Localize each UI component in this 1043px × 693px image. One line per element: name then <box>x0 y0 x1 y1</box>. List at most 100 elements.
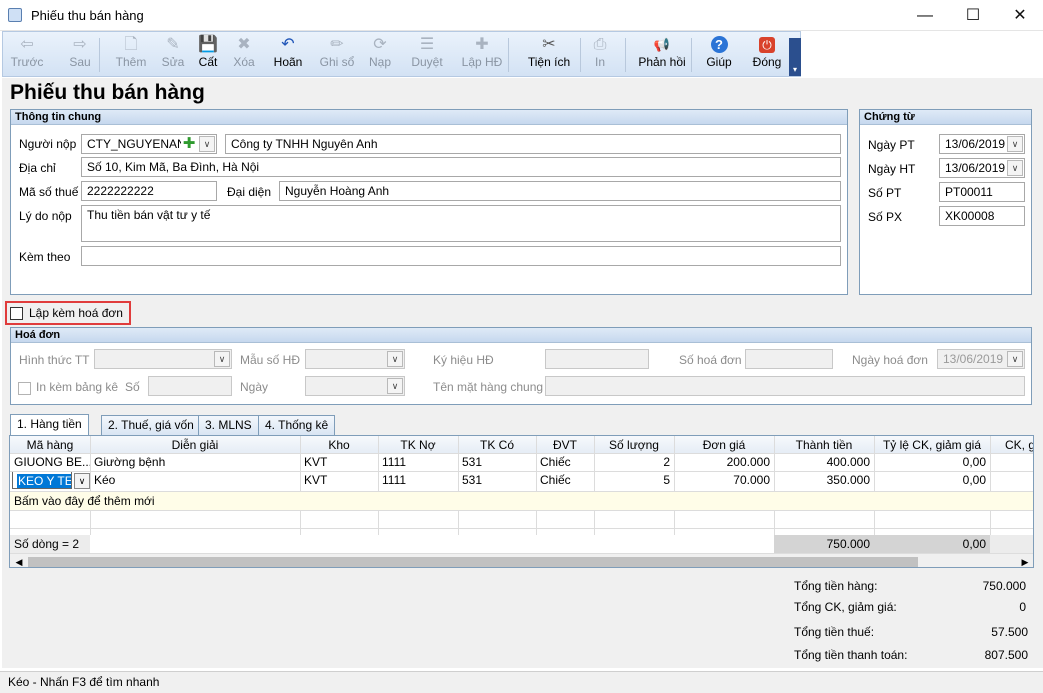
scroll-thumb[interactable] <box>28 557 918 567</box>
grid-line <box>10 453 1033 454</box>
symbol-field[interactable] <box>545 349 649 369</box>
common-name-label: Tên mặt hàng chung <box>433 380 544 394</box>
toolbar-approve-button[interactable]: ☰ Duyệt <box>409 35 445 75</box>
grid-cell[interactable]: 1111 <box>378 453 458 471</box>
export-no-field[interactable]: XK00008 <box>939 206 1025 226</box>
address-field[interactable]: Số 10, Kim Mã, Ba Đình, Hà Nội <box>81 157 841 177</box>
toolbar-arrow-left-button[interactable]: ⇦ Trước <box>9 35 45 75</box>
column-header[interactable]: Đơn giá <box>674 436 774 454</box>
minimize-icon[interactable]: — <box>902 0 948 31</box>
column-header[interactable]: TK Có <box>458 436 536 454</box>
column-header[interactable]: TK Nợ <box>378 436 458 454</box>
invoice-date-field[interactable]: 13/06/2019 ∨ <box>937 349 1025 369</box>
add-new-row[interactable]: Bấm vào đây để thêm mới <box>10 492 1033 510</box>
close-icon[interactable]: ✕ <box>997 0 1043 31</box>
toolbar-save-button[interactable]: 💾 Cất <box>195 35 221 75</box>
item-code-cell[interactable]: KEO Y TE <box>12 471 72 489</box>
grid-cell[interactable]: Chiếc <box>536 453 594 471</box>
grid-cell[interactable]: 531 <box>458 471 536 489</box>
column-header[interactable]: Kho <box>300 436 378 454</box>
grid-cell[interactable]: KVT <box>300 453 378 471</box>
template-select[interactable]: ∨ <box>305 349 405 369</box>
toolbar-power-button[interactable]: ⏻ Đóng <box>749 35 785 75</box>
chevron-down-icon[interactable]: ∨ <box>199 136 215 152</box>
toolbar-invoice-button[interactable]: ✚ Lập HĐ <box>459 35 505 75</box>
grid-cell[interactable]: KVT <box>300 471 378 489</box>
toolbar-collapse-button[interactable]: ▾ <box>789 38 801 76</box>
grid-cell[interactable]: 531 <box>458 453 536 471</box>
grid-cell[interactable]: 350.000 <box>774 471 874 489</box>
grid-cell[interactable]: Giường bệnh <box>90 453 300 471</box>
tab-stats[interactable]: 4. Thống kê <box>258 415 336 435</box>
grid-cell[interactable]: 5 <box>594 471 674 489</box>
toolbar-reload-button[interactable]: ⟳ Nạp <box>365 35 395 75</box>
toolbar-printer-button[interactable]: ⎙ In <box>589 35 611 75</box>
toolbar-megaphone-button[interactable]: 📢 Phản hồi <box>635 35 689 75</box>
tax-code-field[interactable]: 2222222222 <box>81 181 217 201</box>
post-date-field[interactable]: 13/06/2019 ∨ <box>939 134 1025 154</box>
toolbar-add-doc-button[interactable]: 🗋 Thêm <box>113 35 149 75</box>
add-payer-icon[interactable]: ✚ <box>181 136 197 152</box>
column-header[interactable]: Mã hàng <box>10 436 90 454</box>
representative-field[interactable]: Nguyễn Hoàng Anh <box>279 181 841 201</box>
maximize-icon[interactable]: ☐ <box>950 0 996 31</box>
chevron-down-icon[interactable]: ∨ <box>74 473 90 489</box>
toolbar-label: In <box>594 55 605 69</box>
common-name-field[interactable] <box>545 376 1025 396</box>
payer-code-field[interactable]: CTY_NGUYENAN ✚ ∨ <box>81 134 217 154</box>
toolbar-arrow-right-button[interactable]: ⇨ Sau <box>63 35 97 75</box>
print-list-checkbox[interactable] <box>18 382 31 395</box>
tab-mlns[interactable]: 3. MLNS <box>198 415 259 435</box>
grid-cell[interactable]: 2 <box>594 453 674 471</box>
grid-cell[interactable]: 0,00 <box>874 471 990 489</box>
column-header[interactable]: Diễn giải <box>90 436 300 454</box>
column-header[interactable]: Số lượng <box>594 436 674 454</box>
invoice-checkbox[interactable] <box>10 307 23 320</box>
column-header[interactable]: ĐVT <box>536 436 594 454</box>
toolbar-separator <box>691 38 692 72</box>
item-code-cell[interactable]: GIUONG BE... <box>10 453 90 471</box>
payer-name-field[interactable]: Công ty TNHH Nguyên Anh <box>225 134 841 154</box>
status-bar: Kéo - Nhấn F3 để tìm nhanh <box>0 671 1043 693</box>
toolbar-pencil-button[interactable]: ✏ Ghi sổ <box>317 35 357 75</box>
grid-cell[interactable]: Chiếc <box>536 471 594 489</box>
toolbar-tools-button[interactable]: ✂ Tiện ích <box>523 35 575 75</box>
grid-line <box>594 436 595 491</box>
total-goods-label: Tổng tiền hàng: <box>794 579 878 593</box>
template-label: Mẫu số HĐ <box>240 353 301 367</box>
reason-field[interactable]: Thu tiền bán vật tư y tế <box>81 205 841 242</box>
grid-cell[interactable]: 1111 <box>378 471 458 489</box>
toolbar-undo-button[interactable]: ↶ Hoãn <box>271 35 305 75</box>
column-header[interactable]: Thành tiền <box>774 436 874 454</box>
toolbar-edit-doc-button[interactable]: ✎ Sửa <box>158 35 188 75</box>
scroll-left-icon[interactable]: ◀ <box>12 555 26 567</box>
doc-date-field[interactable]: 13/06/2019 ∨ <box>939 158 1025 178</box>
grid-line <box>90 436 91 491</box>
column-header[interactable]: Tỷ lệ CK, giảm giá <box>874 436 990 454</box>
tab-tax[interactable]: 2. Thuế, giá vốn <box>101 415 201 435</box>
tab-goods[interactable]: 1. Hàng tiền <box>10 414 89 436</box>
grid-cell[interactable]: 200.000 <box>674 453 774 471</box>
invoice-number-field[interactable] <box>745 349 833 369</box>
grid-cell[interactable]: 70.000 <box>674 471 774 489</box>
grid-cell[interactable]: 0,00 <box>874 453 990 471</box>
list-no-field[interactable] <box>148 376 232 396</box>
list-date-select[interactable]: ∨ <box>305 376 405 396</box>
receipt-no-field[interactable]: PT00011 <box>939 182 1025 202</box>
grid-cell[interactable]: Kéo <box>90 471 300 489</box>
payer-label: Người nộp <box>19 137 77 151</box>
invoice-number-label: Số hoá đơn <box>679 353 742 367</box>
scroll-right-icon[interactable]: ▶ <box>1018 555 1032 567</box>
chevron-down-icon[interactable]: ∨ <box>1007 160 1023 176</box>
chevron-down-icon[interactable]: ∨ <box>1007 136 1023 152</box>
grid-cell[interactable]: 400.000 <box>774 453 874 471</box>
toolbar-help-button[interactable]: ? Giúp <box>703 35 735 75</box>
toolbar-label: Phản hồi <box>638 55 686 69</box>
payment-form-select[interactable]: ∨ <box>94 349 232 369</box>
address-label: Địa chỉ <box>19 161 56 175</box>
selected-text: KEO Y TE <box>17 474 72 488</box>
attach-field[interactable] <box>81 246 841 266</box>
horizontal-scrollbar[interactable]: ◀ ▶ <box>10 553 1033 567</box>
toolbar-delete-doc-button[interactable]: ✖ Xóa <box>231 35 257 75</box>
column-header[interactable]: CK, g <box>990 436 1033 454</box>
